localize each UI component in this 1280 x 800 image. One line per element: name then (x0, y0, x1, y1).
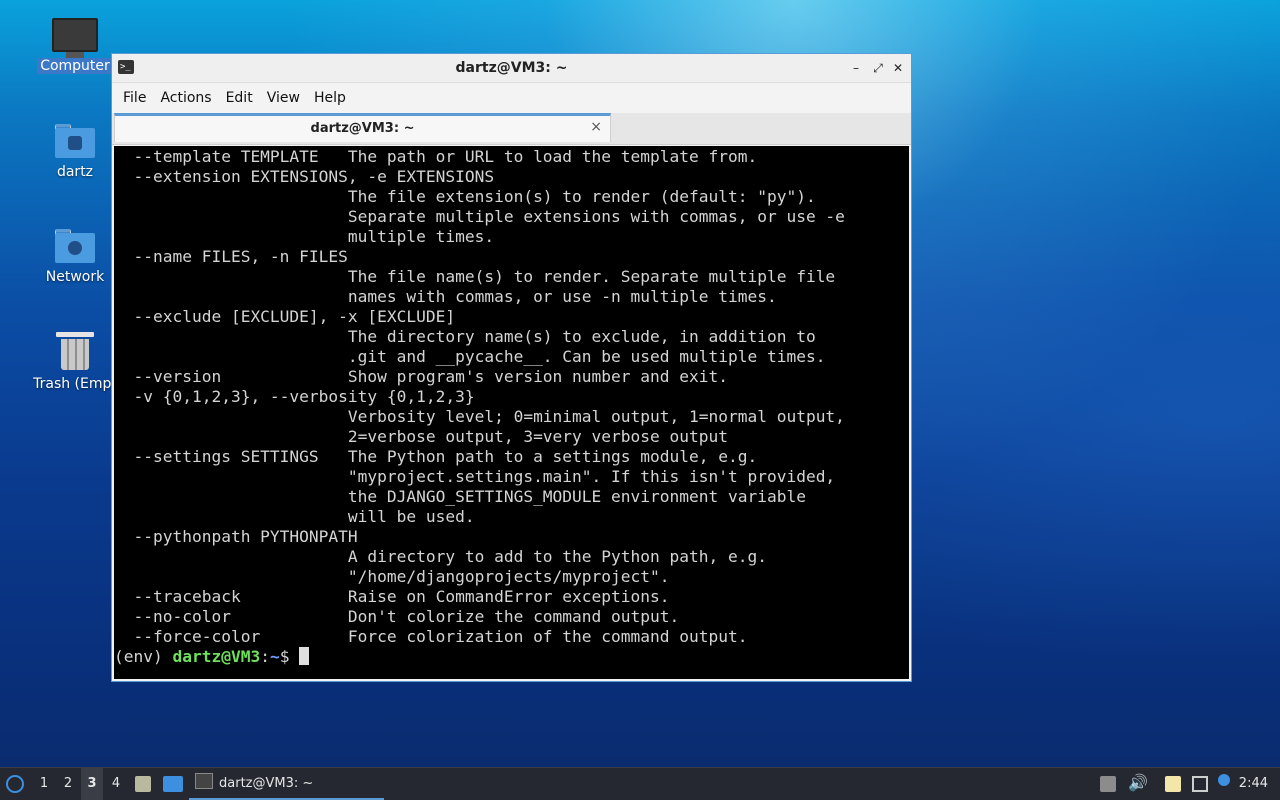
taskbar: 1 2 3 4 dartz@VM3: ~ 🔊 2:44 (0, 767, 1280, 800)
terminal-line: The directory name(s) to exclude, in add… (114, 327, 816, 346)
minimize-button[interactable]: – (847, 59, 865, 77)
terminal-line: --settings SETTINGS The Python path to a… (114, 447, 758, 466)
terminal-line: The file name(s) to render. Separate mul… (114, 267, 836, 286)
window-title: dartz@VM3: ~ (455, 60, 568, 76)
desktop-icon-label: Trash (Empt (33, 376, 117, 392)
menubar: File Actions Edit View Help (112, 83, 911, 113)
menu-edit[interactable]: Edit (219, 90, 260, 106)
workspace-1[interactable]: 1 (33, 768, 55, 800)
trash-icon (56, 332, 94, 370)
desktop-icon-label: Computer (37, 58, 113, 74)
window-titlebar[interactable]: >_ dartz@VM3: ~ – ⤢ ✕ (112, 54, 911, 83)
maximize-button[interactable]: ⤢ (869, 59, 887, 77)
terminal-line: Separate multiple extensions with commas… (114, 207, 845, 226)
terminal-line: --traceback Raise on CommandError except… (114, 587, 670, 606)
desktop-icon-label: Network (45, 269, 105, 285)
terminal-line: The file extension(s) to render (default… (114, 187, 816, 206)
tab-strip: dartz@VM3: ~ × (112, 113, 911, 145)
terminal-line: --extension EXTENSIONS, -e EXTENSIONS (114, 167, 495, 186)
terminal-task-icon (195, 773, 213, 789)
terminal-line: --force-color Force colorization of the … (114, 627, 748, 646)
terminal-line: --name FILES, -n FILES (114, 247, 348, 266)
file-manager-icon[interactable] (135, 776, 151, 792)
terminal-line: "myproject.settings.main". If this isn't… (114, 467, 836, 486)
terminal-line: 2=verbose output, 3=very verbose output (114, 427, 728, 446)
tab-label: dartz@VM3: ~ (310, 121, 415, 136)
start-menu-icon (6, 775, 24, 793)
workspace-3[interactable]: 3 (81, 768, 103, 800)
prompt-user: dartz@VM3 (172, 647, 261, 666)
home-folder-icon (55, 124, 95, 158)
terminal-line: "/home/djangoprojects/myproject". (114, 567, 670, 586)
tab-close-icon[interactable]: × (590, 119, 602, 135)
menu-file[interactable]: File (116, 90, 153, 106)
terminal-output[interactable]: --template TEMPLATE The path or URL to l… (114, 146, 909, 679)
terminal-line: --template TEMPLATE The path or URL to l… (114, 147, 758, 166)
terminal-line: -v {0,1,2,3}, --verbosity {0,1,2,3} (114, 387, 475, 406)
eject-icon[interactable] (1100, 776, 1116, 792)
prompt-env: (env) (114, 647, 173, 666)
desktop-icon-label: dartz (56, 164, 94, 180)
workspace-2[interactable]: 2 (57, 768, 79, 800)
desktop-icon-home[interactable]: dartz (27, 124, 123, 180)
terminal-line: will be used. (114, 507, 475, 526)
computer-icon (52, 18, 98, 58)
terminal-line: .git and __pycache__. Can be used multip… (114, 347, 826, 366)
prompt-symbol: $ (279, 647, 300, 666)
prompt-separator: : (260, 647, 270, 666)
network-status-icon[interactable] (1192, 776, 1208, 792)
terminal-line: --pythonpath PYTHONPATH (114, 527, 358, 546)
menu-view[interactable]: View (260, 90, 307, 106)
close-button[interactable]: ✕ (889, 59, 907, 77)
show-desktop-icon[interactable] (163, 776, 183, 792)
terminal-line: --no-color Don't colorize the command ou… (114, 607, 680, 626)
tab-terminal[interactable]: dartz@VM3: ~ × (114, 113, 611, 142)
terminal-line: --version Show program's version number … (114, 367, 728, 386)
prompt-path: ~ (269, 647, 280, 666)
clock[interactable]: 2:44 (1239, 768, 1268, 800)
terminal-window: >_ dartz@VM3: ~ – ⤢ ✕ File Actions Edit … (111, 53, 912, 682)
clipboard-icon[interactable] (1165, 776, 1181, 792)
terminal-line: Verbosity level; 0=minimal output, 1=nor… (114, 407, 845, 426)
workspace-4[interactable]: 4 (105, 768, 127, 800)
terminal-cursor (299, 647, 310, 665)
terminal-line: the DJANGO_SETTINGS_MODULE environment v… (114, 487, 806, 506)
terminal-lines: --template TEMPLATE The path or URL to l… (114, 147, 845, 667)
taskbar-task-terminal[interactable]: dartz@VM3: ~ (189, 768, 384, 800)
volume-icon[interactable]: 🔊 (1128, 774, 1148, 792)
task-label: dartz@VM3: ~ (219, 776, 314, 791)
network-folder-icon (55, 229, 95, 263)
desktop-icon-network[interactable]: Network (27, 229, 123, 285)
shell-prompt[interactable]: (env) dartz@VM3:~$ (114, 647, 845, 667)
terminal-line: names with commas, or use -n multiple ti… (114, 287, 777, 306)
desktop-icon-trash[interactable]: Trash (Empt (27, 332, 123, 392)
terminal-line: --exclude [EXCLUDE], -x [EXCLUDE] (114, 307, 456, 326)
terminal-line: multiple times. (114, 227, 495, 246)
start-menu-button[interactable] (4, 768, 28, 800)
menu-actions[interactable]: Actions (153, 90, 218, 106)
notification-icon[interactable] (1218, 774, 1230, 786)
terminal-line: A directory to add to the Python path, e… (114, 547, 767, 566)
desktop-icon-computer[interactable]: Computer (27, 18, 123, 74)
menu-help[interactable]: Help (307, 90, 353, 106)
